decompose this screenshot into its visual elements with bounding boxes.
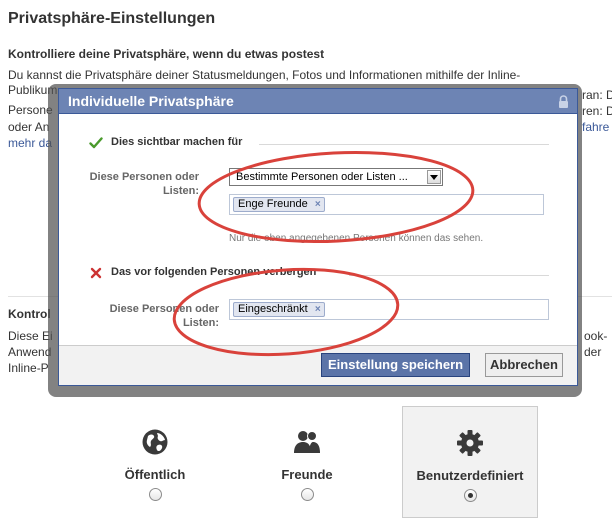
visibility-hint: Nur die oben angegebenen Personen können… bbox=[229, 233, 484, 244]
token-close-friends: Enge Freunde × bbox=[233, 197, 325, 212]
cancel-button[interactable]: Abbrechen bbox=[485, 353, 563, 377]
option-label: Benutzerdefiniert bbox=[416, 468, 524, 483]
save-settings-button[interactable]: Einstellung speichern bbox=[321, 353, 471, 377]
option-label: Öffentlich bbox=[124, 467, 186, 482]
token-restricted: Eingeschränkt × bbox=[233, 302, 325, 317]
section-rule bbox=[349, 275, 549, 276]
field-label: Diese Personen oder Listen: bbox=[89, 171, 199, 197]
section-text-line: Diese Ei bbox=[8, 329, 53, 343]
learn-more-link-fragment[interactable]: fahre bbox=[582, 120, 609, 135]
hide-people-input[interactable]: Eingeschränkt × bbox=[229, 299, 549, 320]
option-friends[interactable]: Freunde bbox=[239, 406, 375, 518]
section-rule bbox=[259, 144, 549, 145]
show-people-input[interactable]: Enge Freunde × bbox=[229, 194, 544, 215]
token-label: Eingeschränkt bbox=[238, 303, 308, 315]
learn-more-link[interactable]: mehr da bbox=[8, 136, 52, 151]
section-text-fragment: ran: D bbox=[582, 88, 612, 102]
option-label: Freunde bbox=[281, 467, 333, 482]
option-public[interactable]: Öffentlich bbox=[87, 406, 223, 518]
radio-custom[interactable] bbox=[464, 489, 477, 502]
section-text-fragment: der bbox=[584, 345, 602, 359]
remove-token-icon[interactable]: × bbox=[315, 303, 321, 316]
dialog-header: Individuelle Privatsphäre bbox=[59, 89, 577, 114]
globe-icon bbox=[142, 429, 168, 455]
gear-icon bbox=[457, 430, 483, 456]
section-text-line: Persone bbox=[8, 103, 53, 117]
option-custom[interactable]: Benutzerdefiniert bbox=[402, 406, 538, 518]
section-text-line: oder An bbox=[8, 120, 50, 134]
section-heading-apps: Kontrol bbox=[8, 307, 51, 321]
section-label: Das vor folgenden Personen verbergen bbox=[111, 266, 317, 278]
dialog-footer: Einstellung speichern Abbrechen bbox=[59, 345, 577, 385]
section-text-fragment: ren: D bbox=[582, 104, 612, 118]
radio-public[interactable] bbox=[149, 488, 162, 501]
radio-friends[interactable] bbox=[301, 488, 314, 501]
section-text-line: Anwend bbox=[8, 345, 52, 359]
section-text-line: Du kannst die Privatsphäre deiner Status… bbox=[8, 68, 521, 82]
friends-icon bbox=[294, 431, 320, 453]
section-heading-posts: Kontrolliere deine Privatsphäre, wenn du… bbox=[8, 47, 325, 61]
section-label: Dies sichtbar machen für bbox=[111, 136, 243, 148]
token-label: Enge Freunde bbox=[238, 198, 308, 210]
page-title: Privatsphäre-Einstellungen bbox=[8, 10, 216, 27]
checkmark-icon bbox=[89, 137, 103, 149]
cross-icon bbox=[90, 267, 102, 279]
custom-privacy-dialog: Individuelle Privatsphäre Dies sichtbar … bbox=[58, 88, 578, 386]
dropdown-arrow-icon[interactable] bbox=[427, 170, 441, 184]
audience-select[interactable]: Bestimmte Personen oder Listen ... bbox=[229, 168, 443, 186]
remove-token-icon[interactable]: × bbox=[315, 198, 321, 211]
dialog-title: Individuelle Privatsphäre bbox=[68, 93, 234, 109]
section-text-fragment: ook- bbox=[584, 329, 608, 343]
field-label: Diese Personen oder Listen: bbox=[109, 303, 219, 329]
section-text-line: Inline-P bbox=[8, 361, 49, 375]
select-value: Bestimmte Personen oder Listen ... bbox=[236, 171, 408, 183]
lock-icon bbox=[559, 95, 568, 108]
